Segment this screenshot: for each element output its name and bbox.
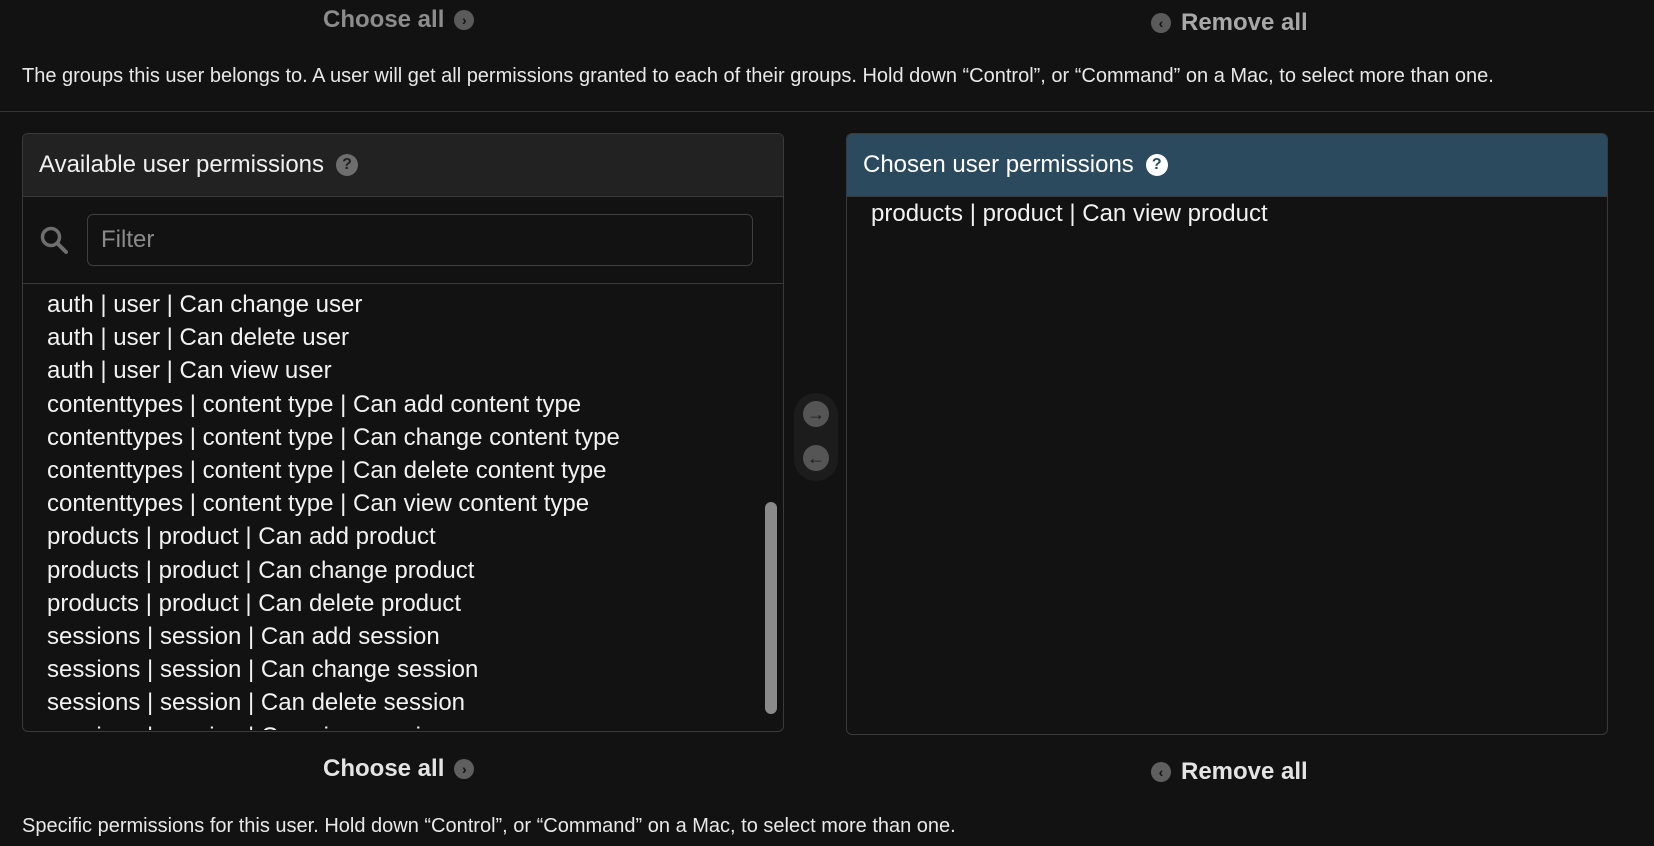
available-permissions-box: Available user permissions ? auth | user… <box>22 133 784 732</box>
question-circle-icon[interactable]: ? <box>1145 154 1168 176</box>
list-item[interactable]: products | product | Can view product <box>847 197 1607 230</box>
list-item[interactable]: products | product | Can delete product <box>23 587 783 620</box>
chevron-left-circle-icon: ‹ <box>1151 13 1171 33</box>
permissions-choose-all-link[interactable]: Choose all › <box>323 755 475 783</box>
search-icon <box>40 226 68 254</box>
choose-all-label: Choose all <box>323 755 445 782</box>
selector-arrows: → ← <box>794 393 838 481</box>
permissions-help-text: Specific permissions for this user. Hold… <box>22 815 956 837</box>
chevron-left-circle-icon: ‹ <box>1151 762 1171 782</box>
list-item[interactable]: products | product | Can change product <box>23 554 783 587</box>
chosen-permissions-box: Chosen user permissions ? products | pro… <box>846 133 1608 735</box>
list-item[interactable]: contenttypes | content type | Can delete… <box>23 454 783 487</box>
chevron-right-circle-icon: › <box>454 759 475 779</box>
list-item[interactable]: contenttypes | content type | Can view c… <box>23 487 783 520</box>
list-item[interactable]: contenttypes | content type | Can add co… <box>23 388 783 421</box>
list-item[interactable]: contenttypes | content type | Can change… <box>23 421 783 454</box>
arrow-right-circle-icon[interactable]: → <box>803 401 829 427</box>
chosen-permissions-header: Chosen user permissions ? <box>847 134 1607 197</box>
question-circle-icon[interactable]: ? <box>336 154 359 176</box>
arrow-left-circle-icon[interactable]: ← <box>803 445 829 471</box>
list-item[interactable]: sessions | session | Can delete session <box>23 686 783 719</box>
chevron-right-circle-icon: › <box>454 10 475 30</box>
section-divider <box>0 111 1654 112</box>
list-item[interactable]: auth | user | Can change user <box>23 288 783 321</box>
chosen-permissions-list[interactable]: products | product | Can view product <box>847 197 1607 731</box>
filter-row <box>23 197 783 284</box>
list-scrollbar[interactable] <box>765 502 777 714</box>
list-item[interactable]: sessions | session | Can view session <box>23 720 783 730</box>
groups-choose-all-link[interactable]: Choose all › <box>323 6 475 34</box>
available-permissions-header: Available user permissions ? <box>23 134 783 197</box>
groups-remove-all-link[interactable]: ‹ Remove all <box>1151 9 1308 37</box>
filter-input[interactable] <box>87 214 753 266</box>
chosen-permissions-title: Chosen user permissions <box>863 151 1134 178</box>
permissions-remove-all-link[interactable]: ‹ Remove all <box>1151 758 1308 786</box>
list-item[interactable]: auth | user | Can view user <box>23 354 783 387</box>
list-item[interactable]: sessions | session | Can change session <box>23 653 783 686</box>
available-permissions-title: Available user permissions <box>39 151 325 178</box>
available-permissions-list[interactable]: auth | user | Can change user auth | use… <box>23 284 783 730</box>
remove-all-label: Remove all <box>1181 9 1308 36</box>
groups-help-text: The groups this user belongs to. A user … <box>22 65 1494 87</box>
list-item[interactable]: products | product | Can add product <box>23 520 783 553</box>
remove-all-label: Remove all <box>1181 758 1308 785</box>
choose-all-label: Choose all <box>323 6 445 33</box>
list-item[interactable]: sessions | session | Can add session <box>23 620 783 653</box>
list-item[interactable]: auth | user | Can delete user <box>23 321 783 354</box>
